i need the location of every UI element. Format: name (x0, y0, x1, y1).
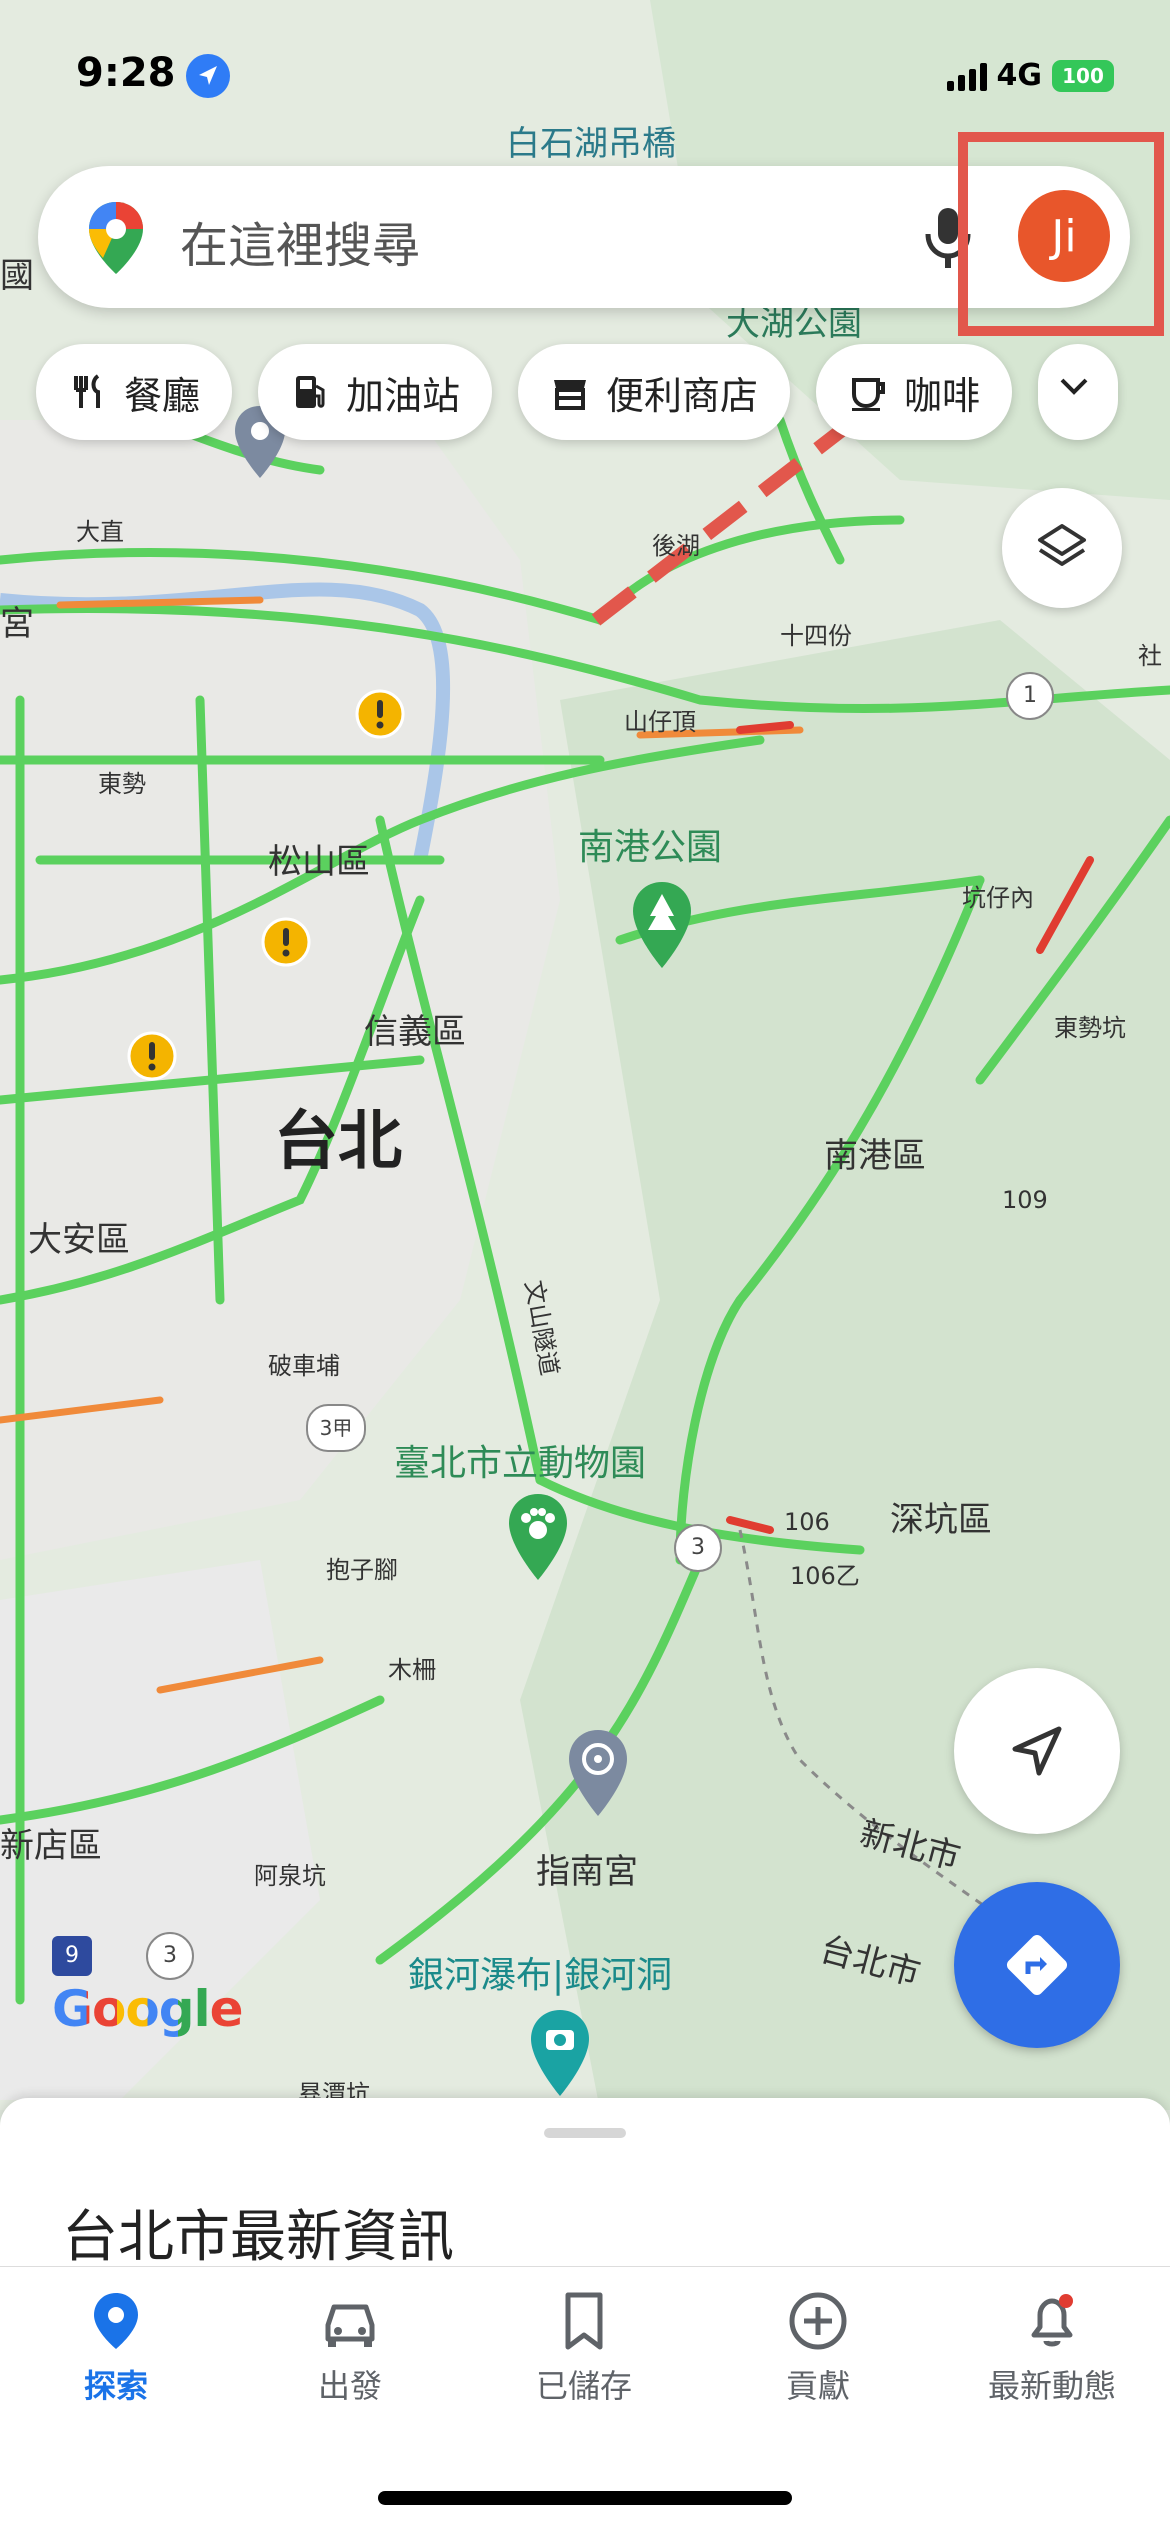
restaurant-icon (74, 374, 100, 408)
map-label-muzha: 木柵 (388, 1656, 436, 1684)
map-label-dongshikeng: 東勢坑 (1054, 1014, 1126, 1042)
map-label-shisifen: 十四份 (780, 622, 852, 650)
nav-explore[interactable]: 探索 (26, 2289, 206, 2407)
status-right: 4G 100 (946, 58, 1114, 93)
park-pin-icon[interactable] (630, 880, 694, 970)
map-label-aquankeng: 阿泉坑 (254, 1862, 326, 1890)
bottom-sheet[interactable]: 台北市最新資訊 (0, 2098, 1170, 2268)
nav-contribute[interactable]: 貢獻 (728, 2289, 908, 2407)
status-time: 9:28 (76, 50, 176, 96)
cellular-signal-icon (946, 61, 987, 91)
map-label-she: 社 (1138, 642, 1162, 670)
route-106-label: 106 (784, 1508, 830, 1536)
map-label-daan: 大安區 (28, 1220, 130, 1260)
add-circle-icon (789, 2292, 847, 2350)
nav-go[interactable]: 出發 (260, 2289, 440, 2407)
map-label-dazhi: 大直 (76, 518, 124, 546)
route-106b-label: 106乙 (790, 1562, 860, 1590)
map-label-baishihu: 白石湖吊橋 (506, 124, 676, 164)
google-maps-logo-icon (89, 202, 143, 274)
directions-icon (1006, 1934, 1068, 1996)
map-label-shenkeng: 深坑區 (890, 1500, 992, 1540)
map-label-waterfall: 銀河瀑布|銀河洞 (408, 1955, 673, 1996)
nav-label: 貢獻 (785, 2367, 850, 2405)
layers-button[interactable] (1002, 488, 1122, 608)
google-logo: Google (52, 1980, 244, 2038)
directions-button[interactable] (954, 1882, 1120, 2048)
search-input[interactable]: 在這裡搜尋 (180, 206, 420, 276)
google-logo-text: Google (52, 1980, 244, 2038)
status-bar: 9:28 4G 100 (0, 50, 1170, 110)
bell-icon (1031, 2294, 1073, 2347)
sheet-drag-handle[interactable] (544, 2128, 626, 2138)
camera-pin-icon[interactable] (528, 2008, 592, 2098)
explore-pin-icon (94, 2293, 138, 2349)
nav-updates[interactable]: 最新動態 (962, 2289, 1142, 2407)
route-1-shield: 1 (1006, 672, 1054, 720)
chip-more[interactable] (1038, 344, 1119, 440)
map-label-baozijiao: 抱子腳 (326, 1556, 398, 1584)
gas-station-icon (296, 376, 325, 408)
bottom-navigation: 探索 出發 已儲存 貢獻 最新動態 (0, 2266, 1170, 2533)
more-category-icon (1060, 378, 1088, 395)
bookmark-icon (565, 2292, 603, 2350)
nav-label: 最新動態 (987, 2367, 1116, 2405)
alert-icon[interactable] (354, 688, 406, 740)
route-3-shield: 3 (674, 1524, 722, 1572)
zoo-pin-icon[interactable] (506, 1492, 570, 1582)
alert-icon[interactable] (126, 1030, 178, 1082)
chip-label: 便利商店 (606, 373, 759, 418)
chip-label: 餐廳 (124, 373, 201, 418)
map-label-houhu: 後湖 (652, 532, 700, 560)
map-label-zhinan-temple: 指南宮 (536, 1852, 638, 1892)
map-label-shanzaiding: 山仔頂 (624, 708, 696, 736)
category-chips: 餐廳 加油站 便利商店 咖啡 (36, 344, 1119, 440)
chip-coffee[interactable]: 咖啡 (816, 344, 1013, 440)
network-type: 4G (996, 58, 1043, 93)
chip-restaurant[interactable]: 餐廳 (36, 344, 233, 440)
map-label-dongshi: 東勢 (98, 770, 146, 798)
temple-pin-icon[interactable] (566, 1728, 630, 1818)
map-label-xinyi: 信義區 (364, 1012, 466, 1052)
layers-icon (1038, 524, 1086, 566)
alert-icon[interactable] (260, 916, 312, 968)
store-icon (554, 380, 587, 410)
map-label-pochepu: 破車埔 (268, 1352, 340, 1380)
navigation-arrow-icon (1012, 1726, 1062, 1776)
nav-saved[interactable]: 已儲存 (494, 2289, 674, 2407)
car-icon (325, 2304, 375, 2347)
battery-indicator: 100 (1052, 59, 1114, 92)
chip-label: 咖啡 (904, 373, 981, 418)
chip-convenience-store[interactable]: 便利商店 (518, 344, 791, 440)
map-label-songshan: 松山區 (268, 842, 370, 882)
location-services-icon (186, 54, 230, 98)
map-label-xindian: 新店區 (0, 1826, 102, 1866)
nav-label: 已儲存 (535, 2367, 632, 2405)
my-location-button[interactable] (954, 1668, 1120, 1834)
route-109-label: 109 (1002, 1186, 1048, 1214)
nav-label: 出發 (317, 2367, 382, 2405)
map-label-guo: 國 (0, 256, 34, 296)
home-indicator[interactable] (378, 2491, 792, 2505)
map-label-nangang: 南港區 (824, 1136, 926, 1176)
map-label-gong: 宮 (0, 604, 34, 644)
map-label-zoo: 臺北市立動物園 (394, 1443, 647, 1484)
chip-gas-station[interactable]: 加油站 (258, 344, 493, 440)
sheet-title: 台北市最新資訊 (62, 2205, 454, 2268)
route-3-shield-south: 3 (146, 1932, 194, 1980)
map-label-kengzainei: 坑仔內 (962, 884, 1034, 912)
coffee-icon (852, 378, 886, 411)
chip-label: 加油站 (346, 373, 461, 418)
route-3a-shield: 3甲 (306, 1404, 366, 1452)
annotation-highlight-box (958, 132, 1164, 336)
route-9-shield: 9 (52, 1936, 92, 1976)
nav-label: 探索 (83, 2367, 148, 2405)
map-label-nangang-park: 南港公園 (578, 827, 723, 868)
map-label-taipei: 台北 (274, 1105, 402, 1179)
